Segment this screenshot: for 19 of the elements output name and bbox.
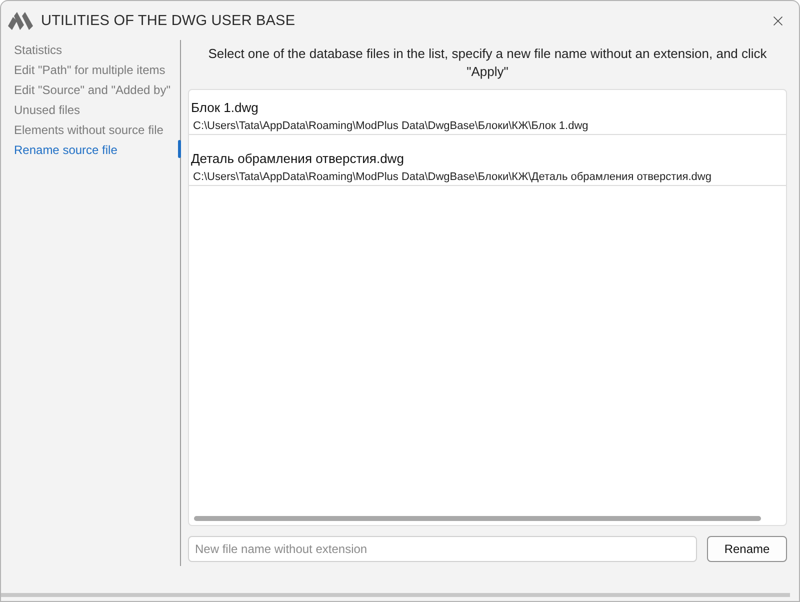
window-title: UTILITIES OF THE DWG USER BASE [41, 12, 296, 28]
sidebar-item[interactable]: Statistics [1, 40, 180, 60]
file-name: Деталь обрамления отверстия.dwg [191, 151, 404, 167]
file-list-item[interactable]: Деталь обрамления отверстия.dwg C:\Users\Tata\AppData\Roaming\ModPlus Data\DwgBase\Блоки\КЖ\Деталь обрамления отверстия.dwg [189, 141, 786, 186]
sidebar-item[interactable]: Unused files [1, 100, 180, 120]
rename-button[interactable]: Rename [707, 536, 787, 562]
file-path: C:\Users\Tata\AppData\Roaming\ModPlus Data\DwgBase\Блоки\КЖ\Блок 1.dwg [192, 119, 588, 134]
file-name: Блок 1.dwg [191, 100, 258, 116]
file-path: C:\Users\Tata\AppData\Roaming\ModPlus Data\DwgBase\Блоки\КЖ\Деталь обрамления отверстия.dwg [192, 170, 712, 185]
sidebar-item[interactable]: Edit "Source" and "Added by" [1, 80, 180, 100]
sidebar-item[interactable]: Elements without source file [1, 120, 180, 140]
sidebar-item[interactable]: Rename source file [1, 140, 180, 160]
sidebar-item[interactable]: Edit "Path" for multiple items [1, 60, 180, 80]
file-name-input[interactable]: New file name without extension [188, 536, 697, 562]
instruction-text: Select one of the database files in the list, specify a new file name without an extension, and click "Apply" [207, 45, 768, 81]
selection-marker [178, 140, 181, 158]
file-list-item[interactable]: Блок 1.dwg C:\Users\Tata\AppData\Roaming\ModPlus Data\DwgBase\Блоки\КЖ\Блок 1.dwg [189, 90, 786, 135]
scrollbar-thumb[interactable] [194, 516, 761, 521]
logo-icon [8, 12, 33, 30]
